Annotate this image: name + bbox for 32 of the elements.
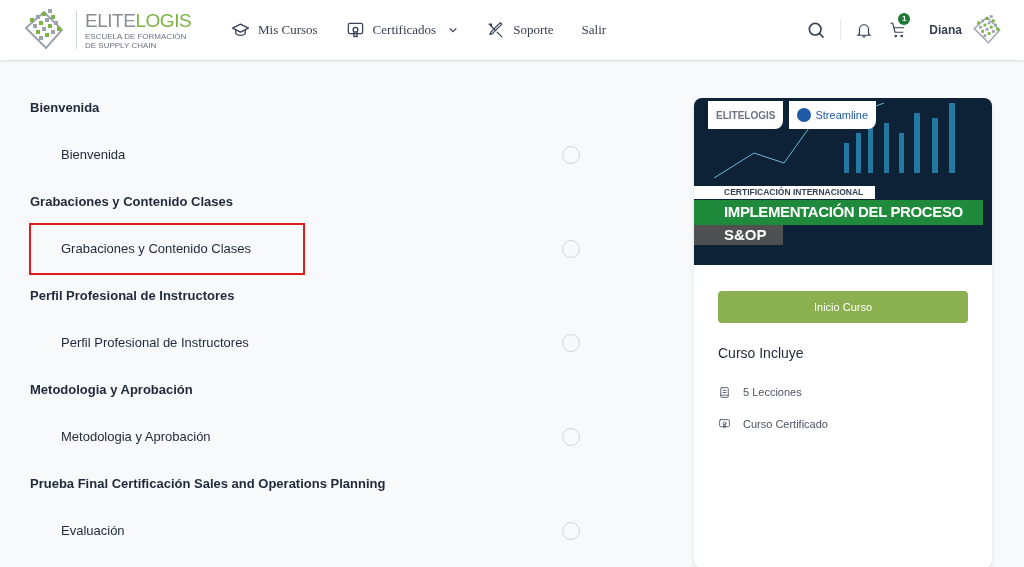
partner-logo-icon [797, 108, 812, 122]
nav-link[interactable]: Certificados [345, 20, 459, 40]
section-title: Prueba Final Certificación Sales and Operations Planning [30, 475, 387, 493]
certificate-icon [718, 417, 731, 431]
banner-kicker: CERTIFICACIÓN INTERNACIONAL [694, 186, 876, 199]
section-title: Grabaciones y Contenido Clases [30, 193, 234, 211]
section-title: Perfil Profesional de Instructores [30, 287, 236, 305]
banner-headline: IMPLEMENTACIÓN DEL PROCESO [694, 200, 983, 225]
lesson-link[interactable]: Bienvenida [61, 145, 126, 165]
includes-title: Curso Incluye [718, 344, 805, 363]
cart-count-badge: 1 [898, 13, 911, 25]
partner-logo-card: Streamline [789, 101, 877, 129]
logo-tagline: ESCUELA DE FORMACIÓN DE SUPPLY CHAIN [85, 31, 188, 50]
user-name: Diana [929, 22, 962, 39]
document-icon [718, 385, 731, 399]
banner-subhead: S&OP [694, 225, 783, 245]
nav-link[interactable]: Mis Cursos [231, 20, 318, 40]
nav-link[interactable]: Soporte [486, 20, 554, 40]
lesson-link[interactable]: Perfil Profesional de Instructores [61, 333, 249, 353]
lesson-link[interactable]: Grabaciones y Contenido Clases [31, 225, 304, 273]
logo-wordmark: ELITELOGIS [85, 10, 193, 30]
certificate-icon [345, 20, 365, 40]
section-title: Bienvenida [30, 99, 101, 117]
notifications-button[interactable] [855, 21, 874, 39]
lesson-link[interactable]: Evaluación [61, 521, 125, 541]
includes-item: 5 Lecciones [743, 384, 802, 400]
lesson-link[interactable]: Metodologia y Aprobación [61, 427, 211, 447]
includes-item: Curso Certificado [743, 416, 828, 432]
nav-link[interactable]: Salir [581, 20, 607, 40]
section-title: Metodologia y Aprobación [30, 381, 194, 399]
partner-logo-card: ELITELOGIS [708, 101, 784, 129]
search-button[interactable] [806, 20, 827, 40]
